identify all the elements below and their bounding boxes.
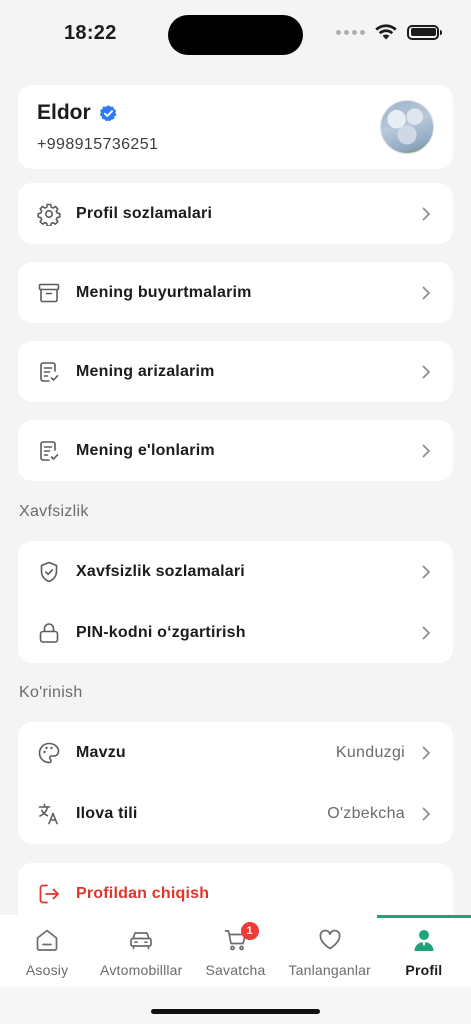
- chevron-right-icon: [422, 626, 430, 639]
- chevron-right-icon: [422, 207, 430, 220]
- home-indicator: [151, 1009, 320, 1014]
- chevron-right-icon: [422, 565, 430, 578]
- menu-item-label: Mavzu: [76, 743, 126, 761]
- translate-icon: [38, 803, 58, 824]
- tab-cars[interactable]: Avtomobilllar: [94, 915, 188, 987]
- tab-label: Savatcha: [205, 962, 266, 978]
- theme-value: Kunduzgi: [335, 743, 405, 761]
- wifi-icon: [375, 24, 397, 40]
- chevron-right-icon: [422, 444, 430, 457]
- menu-item-my-orders[interactable]: Mening buyurtmalarim: [18, 262, 453, 323]
- document-check-icon: [40, 361, 59, 382]
- document-check-icon: [40, 440, 59, 461]
- menu-item-label: PIN-kodni oʻzgartirish: [76, 623, 246, 641]
- menu-item-label: Profil sozlamalari: [76, 204, 213, 222]
- appearance-card: Mavzu Kunduzgi Ilova tili O'zbekcha: [18, 722, 453, 844]
- tab-label: Avtomobilllar: [100, 962, 183, 978]
- menu-item-language[interactable]: Ilova tili O'zbekcha: [18, 783, 453, 844]
- palette-icon: [38, 742, 60, 763]
- menu-item-label: Mening arizalarim: [76, 362, 215, 380]
- person-icon: [414, 930, 434, 951]
- tab-bar: Asosiy Avtomobilllar 1 Savatcha Tanlanga…: [0, 915, 471, 987]
- profile-card[interactable]: Eldor +998915736251: [18, 85, 453, 169]
- heart-icon: [319, 929, 341, 950]
- avatar[interactable]: [380, 100, 434, 154]
- chevron-right-icon: [422, 807, 430, 820]
- logout-icon: [39, 884, 59, 903]
- menu-item-theme[interactable]: Mavzu Kunduzgi: [18, 722, 453, 783]
- home-icon: [36, 929, 58, 951]
- battery-icon: [407, 24, 442, 40]
- status-bar: 18:22: [0, 0, 471, 70]
- profile-name-row: Eldor: [37, 101, 118, 125]
- gear-icon: [37, 203, 61, 226]
- menu-item-label: Xavfsizlik sozlamalari: [76, 562, 245, 580]
- menu-item-label: Ilova tili: [76, 804, 138, 822]
- profile-phone: +998915736251: [37, 136, 159, 153]
- bottom-safe-area: [0, 987, 471, 1024]
- menu-item-security-settings[interactable]: Xavfsizlik sozlamalari: [18, 541, 453, 602]
- status-time: 18:22: [64, 22, 117, 44]
- shield-check-icon: [40, 561, 58, 582]
- tab-label: Profil: [405, 962, 443, 978]
- menu-item-profile-settings[interactable]: Profil sozlamalari: [18, 183, 453, 244]
- menu-item-change-pin[interactable]: PIN-kodni oʻzgartirish: [18, 602, 453, 663]
- status-icons: [336, 24, 442, 40]
- profile-name: Eldor: [37, 101, 91, 124]
- menu-item-label: Mening e'lonlarim: [76, 441, 215, 459]
- chevron-right-icon: [422, 365, 430, 378]
- chevron-right-icon: [422, 286, 430, 299]
- chevron-right-icon: [422, 746, 430, 759]
- tab-label: Tanlanganlar: [288, 962, 371, 978]
- menu-card-my-listings[interactable]: Mening e'lonlarim: [18, 420, 453, 481]
- dynamic-island: [168, 15, 303, 55]
- menu-item-my-listings[interactable]: Mening e'lonlarim: [18, 420, 453, 481]
- menu-card-profile-settings[interactable]: Profil sozlamalari: [18, 183, 453, 244]
- section-title-appearance: Ko'rinish: [19, 684, 83, 701]
- tab-profile[interactable]: Profil: [376, 915, 471, 987]
- archive-box-icon: [38, 283, 60, 302]
- tab-home[interactable]: Asosiy: [0, 915, 94, 987]
- tab-label: Asosiy: [25, 962, 69, 978]
- language-value: O'zbekcha: [327, 804, 405, 822]
- section-title-security: Xavfsizlik: [19, 503, 89, 520]
- menu-card-my-applications[interactable]: Mening arizalarim: [18, 341, 453, 402]
- tab-favorites[interactable]: Tanlanganlar: [283, 915, 377, 987]
- lock-icon: [39, 622, 59, 643]
- car-icon: [130, 932, 153, 950]
- verified-badge-icon: [99, 104, 117, 121]
- security-card: Xavfsizlik sozlamalari PIN-kodni oʻzgart…: [18, 541, 453, 663]
- menu-card-my-orders[interactable]: Mening buyurtmalarim: [18, 262, 453, 323]
- tab-cart[interactable]: 1 Savatcha: [188, 915, 282, 987]
- menu-item-my-applications[interactable]: Mening arizalarim: [18, 341, 453, 402]
- cellular-signal-icon: [336, 29, 365, 35]
- menu-item-label: Mening buyurtmalarim: [76, 283, 252, 301]
- logout-label: Profildan chiqish: [76, 884, 210, 902]
- cart-badge: 1: [240, 922, 259, 940]
